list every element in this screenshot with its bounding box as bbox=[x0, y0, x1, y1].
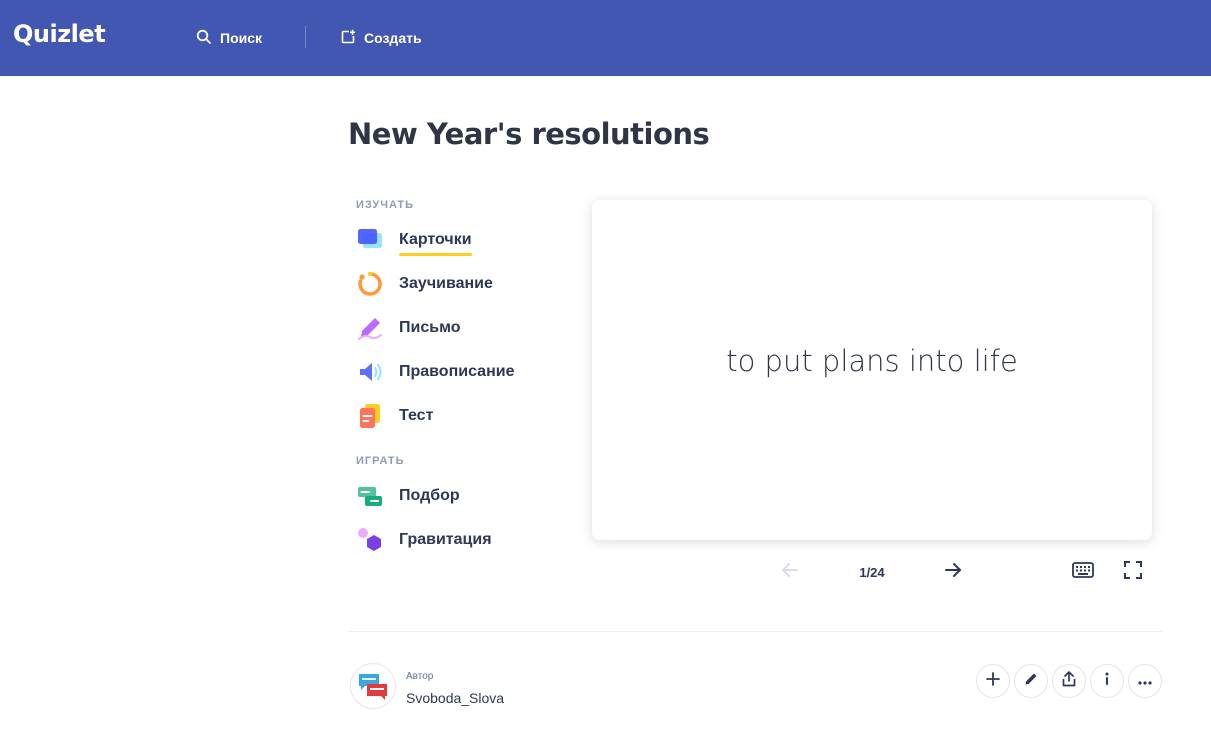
share-button[interactable] bbox=[1052, 664, 1086, 698]
author-name[interactable]: Svoboda_Slova bbox=[406, 690, 504, 706]
edit-set-button[interactable] bbox=[1014, 664, 1048, 698]
pencil-icon bbox=[1024, 672, 1038, 691]
mode-label: Подбор bbox=[399, 487, 460, 504]
nav-divider bbox=[305, 26, 306, 48]
mode-test[interactable]: Тест bbox=[357, 401, 433, 431]
mode-spell[interactable]: Правописание bbox=[357, 357, 514, 387]
mode-label: Письмо bbox=[399, 319, 461, 336]
mode-match[interactable]: Подбор bbox=[357, 481, 460, 511]
write-icon bbox=[357, 315, 383, 341]
gravity-icon bbox=[357, 527, 383, 553]
keyboard-shortcuts-button[interactable] bbox=[1069, 558, 1097, 586]
next-card-button[interactable] bbox=[939, 558, 967, 586]
section-divider bbox=[348, 631, 1162, 632]
info-icon bbox=[1104, 672, 1110, 691]
arrow-left-icon bbox=[780, 560, 800, 585]
mode-label: Тест bbox=[399, 407, 434, 424]
search-icon bbox=[196, 29, 212, 48]
mode-learn[interactable]: Заучивание bbox=[357, 269, 493, 299]
mode-label: Правописание bbox=[399, 363, 515, 380]
create-label: Создать bbox=[364, 30, 422, 46]
set-title: New Year's resolutions bbox=[348, 117, 710, 151]
search-button[interactable]: Поиск bbox=[196, 27, 262, 49]
mode-gravity[interactable]: Гравитация bbox=[357, 525, 492, 555]
plus-icon bbox=[986, 671, 1000, 691]
quizlet-logo[interactable]: Quizlet bbox=[13, 20, 106, 48]
author-logo-image bbox=[359, 674, 387, 700]
mode-label: Гравитация bbox=[399, 531, 492, 548]
study-section-label: ИЗУЧАТЬ bbox=[356, 199, 414, 211]
create-icon bbox=[340, 29, 356, 48]
spell-icon bbox=[357, 359, 383, 385]
fullscreen-button[interactable] bbox=[1119, 558, 1147, 586]
flashcard-term: to put plans into life bbox=[726, 344, 1018, 378]
previous-card-button[interactable] bbox=[776, 558, 804, 586]
keyboard-icon bbox=[1072, 561, 1094, 583]
more-options-button[interactable] bbox=[1128, 664, 1162, 698]
match-icon bbox=[357, 483, 383, 509]
author-avatar[interactable] bbox=[350, 663, 396, 709]
author-label: Автор bbox=[406, 671, 434, 682]
mode-flashcards[interactable]: Карточки bbox=[357, 225, 472, 256]
info-button[interactable] bbox=[1090, 664, 1124, 698]
flashcard[interactable]: to put plans into life bbox=[592, 200, 1152, 540]
mode-label: Заучивание bbox=[399, 275, 493, 292]
card-counter: 1/24 bbox=[859, 565, 885, 580]
mode-label: Карточки bbox=[399, 231, 472, 256]
flashcards-icon bbox=[357, 227, 383, 253]
mode-write[interactable]: Письмо bbox=[357, 313, 460, 343]
arrow-right-icon bbox=[943, 560, 963, 585]
learn-icon bbox=[357, 271, 383, 297]
top-navigation-bar: Quizlet Поиск Создать bbox=[0, 0, 1211, 76]
ellipsis-icon bbox=[1138, 672, 1152, 690]
share-icon bbox=[1062, 670, 1076, 692]
add-to-folder-button[interactable] bbox=[976, 664, 1010, 698]
create-button[interactable]: Создать bbox=[340, 27, 422, 49]
search-label: Поиск bbox=[220, 30, 263, 46]
play-section-label: ИГРАТЬ bbox=[356, 455, 405, 467]
fullscreen-icon bbox=[1124, 560, 1142, 584]
test-icon bbox=[357, 403, 383, 429]
